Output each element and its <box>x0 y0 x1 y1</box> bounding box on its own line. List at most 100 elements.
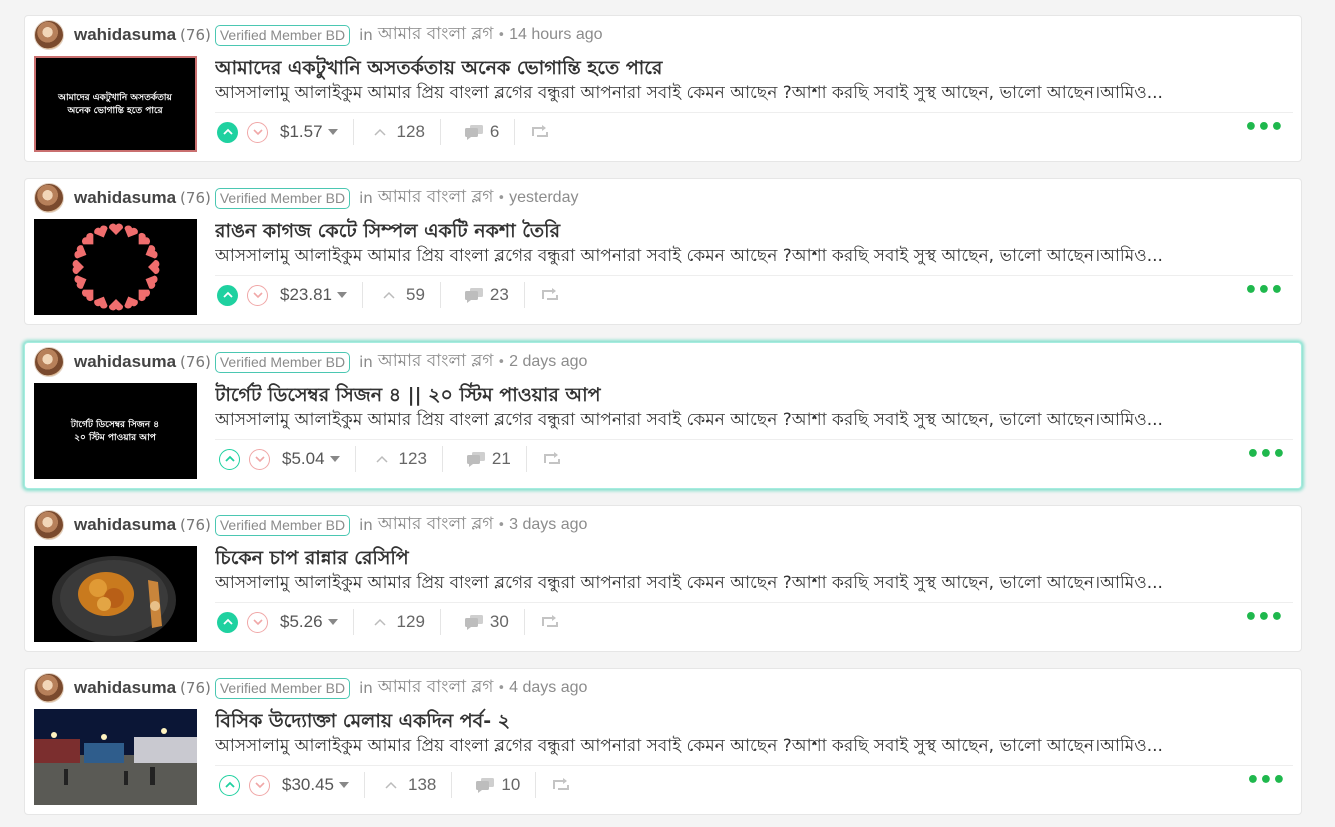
thumbnail-image <box>34 709 197 805</box>
thumbnail-image <box>34 546 197 642</box>
more-icon[interactable]: ••• <box>1244 117 1284 141</box>
post-card[interactable]: wahidasuma (76) Verified Member BD in আম… <box>24 505 1302 652</box>
payout-dropdown[interactable]: $1.57 <box>280 122 338 142</box>
divider <box>364 772 365 798</box>
post-card[interactable]: wahidasuma (76) Verified Member BD in আম… <box>24 342 1302 489</box>
avatar[interactable] <box>34 347 64 377</box>
payout-dropdown[interactable]: $30.45 <box>282 775 349 795</box>
divider <box>439 282 441 308</box>
more-icon[interactable]: ••• <box>1246 444 1286 468</box>
divider <box>523 282 525 308</box>
thumbnail-text: আমাদের একটুখানি অসতর্কতায় <box>57 90 172 104</box>
post-time[interactable]: yesterday <box>509 189 578 207</box>
community-link[interactable]: আমার বাংলা ব্লগ <box>378 21 494 49</box>
separator-dot: • <box>497 517 506 533</box>
post-thumbnail[interactable] <box>34 219 197 315</box>
reblog-button[interactable] <box>541 285 559 305</box>
separator-dot: • <box>497 27 506 43</box>
divider <box>354 446 356 472</box>
divider <box>439 609 441 635</box>
post-footer: $5.04 123 21 ••• <box>219 444 1295 473</box>
reblog-button[interactable] <box>543 449 561 469</box>
post-summary[interactable]: আসসালামু আলাইকুম আমার প্রিয় বাংলা ব্লগে… <box>215 80 1255 108</box>
upvote-button[interactable] <box>219 774 240 796</box>
community-link[interactable]: আমার বাংলা ব্লগ <box>378 511 494 539</box>
author-link[interactable]: wahidasuma <box>74 188 176 208</box>
comments-button[interactable]: 21 <box>466 449 511 469</box>
voters-button[interactable]: 123 <box>375 449 427 469</box>
more-icon[interactable]: ••• <box>1244 607 1284 631</box>
comments-button[interactable]: 23 <box>464 285 509 305</box>
post-time[interactable]: 14 hours ago <box>509 26 602 44</box>
comments-button[interactable]: 6 <box>464 122 499 142</box>
upvote-button[interactable] <box>217 121 238 143</box>
avatar[interactable] <box>34 20 64 50</box>
avatar[interactable] <box>34 673 64 703</box>
chevron-up-icon <box>385 781 397 789</box>
reblog-button[interactable] <box>552 775 570 795</box>
comment-count: 30 <box>489 612 509 631</box>
post-thumbnail[interactable] <box>34 709 197 805</box>
voters-button[interactable]: 138 <box>384 775 436 795</box>
upvote-button[interactable] <box>219 448 240 470</box>
post-time[interactable]: 3 days ago <box>509 516 587 534</box>
voters-button[interactable]: 59 <box>382 285 425 305</box>
payout-dropdown[interactable]: $23.81 <box>280 285 347 305</box>
avatar[interactable] <box>34 510 64 540</box>
downvote-button[interactable] <box>247 284 268 306</box>
voters-button[interactable]: 128 <box>373 122 425 142</box>
post-summary[interactable]: আসসালামু আলাইকুম আমার প্রিয় বাংলা ব্লগে… <box>215 243 1255 271</box>
post-time[interactable]: 4 days ago <box>509 679 587 697</box>
vote-count: 128 <box>396 122 425 141</box>
divider <box>535 772 537 798</box>
post-thumbnail[interactable]: টার্গেট ডিসেম্বর সিজন ৪ ২০ স্টিম পাওয়ার … <box>34 383 197 479</box>
upvote-icon <box>222 128 233 135</box>
downvote-icon <box>254 782 265 789</box>
post-time[interactable]: 2 days ago <box>509 353 587 371</box>
post-card[interactable]: wahidasuma (76) Verified Member BD in আম… <box>24 15 1302 162</box>
verified-badge: Verified Member BD <box>214 24 351 46</box>
post-summary[interactable]: আসসালামু আলাইকুম আমার প্রিয় বাংলা ব্লগে… <box>215 570 1255 598</box>
downvote-button[interactable] <box>247 121 268 143</box>
upvote-button[interactable] <box>217 284 238 306</box>
upvote-button[interactable] <box>217 611 238 633</box>
more-icon[interactable]: ••• <box>1244 280 1284 304</box>
comments-button[interactable]: 30 <box>464 612 509 632</box>
reblog-icon <box>553 778 570 790</box>
avatar[interactable] <box>34 183 64 213</box>
post-footer: $5.26 129 30 ••• <box>217 607 1293 636</box>
divider <box>352 609 354 635</box>
downvote-button[interactable] <box>249 448 270 470</box>
post-header: wahidasuma (76) Verified Member BD in আম… <box>34 673 587 703</box>
downvote-button[interactable] <box>249 774 270 796</box>
reblog-button[interactable] <box>531 122 549 142</box>
vote-count: 129 <box>396 612 425 631</box>
post-header: wahidasuma (76) Verified Member BD in আম… <box>34 347 587 377</box>
author-link[interactable]: wahidasuma <box>74 352 176 372</box>
payout-value: $5.04 <box>282 449 325 468</box>
community-link[interactable]: আমার বাংলা ব্লগ <box>378 674 494 702</box>
author-link[interactable]: wahidasuma <box>74 515 176 535</box>
divider <box>514 119 516 145</box>
comments-button[interactable]: 10 <box>475 775 520 795</box>
post-thumbnail[interactable]: আমাদের একটুখানি অসতর্কতায় অনেক ভোগান্তি … <box>34 56 197 152</box>
community-link[interactable]: আমার বাংলা ব্লগ <box>378 348 494 376</box>
divider <box>215 439 1293 440</box>
community-link[interactable]: আমার বাংলা ব্লগ <box>378 184 494 212</box>
reblog-button[interactable] <box>541 612 559 632</box>
payout-dropdown[interactable]: $5.04 <box>282 449 340 469</box>
author-link[interactable]: wahidasuma <box>74 25 176 45</box>
payout-dropdown[interactable]: $5.26 <box>280 612 338 632</box>
downvote-button[interactable] <box>247 611 268 633</box>
post-thumbnail[interactable] <box>34 546 197 642</box>
caret-down-icon <box>327 619 338 625</box>
post-summary[interactable]: আসসালামু আলাইকুম আমার প্রিয় বাংলা ব্লগে… <box>215 733 1255 761</box>
more-icon[interactable]: ••• <box>1246 770 1286 794</box>
post-card[interactable]: wahidasuma (76) Verified Member BD in আম… <box>24 178 1302 325</box>
verified-badge: Verified Member BD <box>214 514 351 536</box>
author-link[interactable]: wahidasuma <box>74 678 176 698</box>
author-reputation: (76) <box>180 189 211 207</box>
post-summary[interactable]: আসসালামু আলাইকুম আমার প্রিয় বাংলা ব্লগে… <box>215 407 1255 435</box>
post-card[interactable]: wahidasuma (76) Verified Member BD in আম… <box>24 668 1302 815</box>
voters-button[interactable]: 129 <box>373 612 425 632</box>
